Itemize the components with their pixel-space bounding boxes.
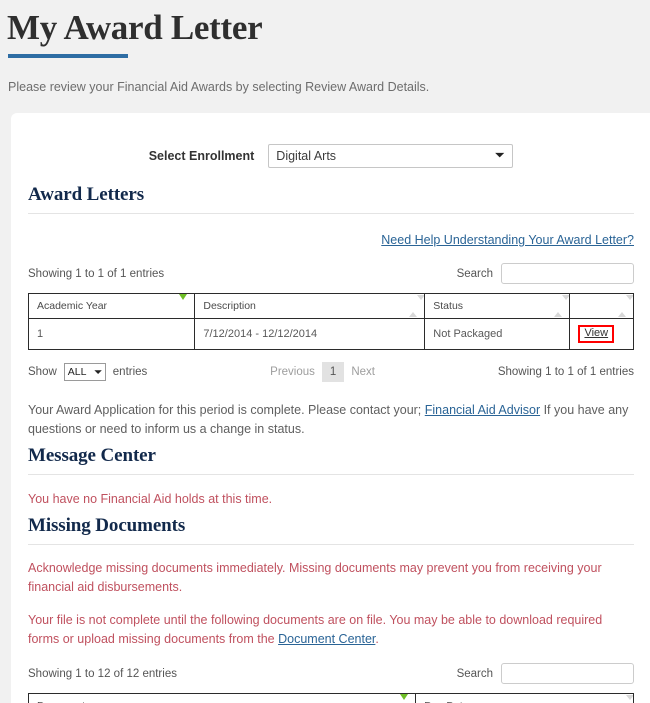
chevron-down-icon: ⏷ [95, 367, 102, 378]
view-award-link[interactable]: View [584, 327, 608, 339]
award-search-label: Search [457, 268, 493, 280]
enrollment-label: Select Enrollment [149, 149, 255, 163]
award-cell-status: Not Packaged [425, 319, 570, 350]
missing-documents-table: Document Due Date [28, 693, 634, 703]
pagination-page-1[interactable]: 1 [322, 362, 344, 382]
documents-col-due-date[interactable]: Due Date [416, 694, 634, 703]
divider [28, 544, 634, 545]
award-note-paragraph: Your Award Application for this period i… [28, 401, 634, 439]
page-header: My Award Letter Please review your Finan… [0, 0, 650, 113]
award-length-control: Show ALL ⏷ entries [28, 363, 147, 381]
award-search-wrap: Search [457, 263, 634, 284]
award-note-text-before: Your Award Application for this period i… [28, 403, 425, 417]
view-highlight-box: View [578, 325, 614, 343]
divider [28, 213, 634, 214]
missing-documents-note: Your file is not complete until the foll… [28, 611, 634, 649]
divider [28, 474, 634, 475]
documents-table-controls-top: Showing 1 to 12 of 12 entries Search [28, 663, 634, 684]
enrollment-select[interactable]: Digital Arts ⏷ [268, 144, 513, 168]
documents-col-document[interactable]: Document [29, 694, 416, 703]
table-row: 1 7/12/2014 - 12/12/2014 Not Packaged Vi… [29, 319, 634, 350]
award-letters-heading: Award Letters [28, 184, 634, 206]
sort-both-icon [409, 300, 418, 312]
missing-documents-heading: Missing Documents [28, 515, 634, 537]
award-col-action[interactable] [570, 294, 634, 319]
sort-both-icon [618, 300, 627, 312]
pagination-next[interactable]: Next [344, 363, 382, 381]
award-table-controls-top: Showing 1 to 1 of 1 entries Search [28, 263, 634, 284]
award-col-status[interactable]: Status [425, 294, 570, 319]
award-length-value: ALL [68, 366, 87, 378]
title-accent-bar [8, 54, 128, 58]
missing-documents-warning: Acknowledge missing documents immediatel… [28, 559, 634, 597]
sort-both-icon [554, 300, 563, 312]
chevron-down-icon: ⏷ [495, 150, 504, 163]
missing-note-text-after: . [375, 632, 378, 646]
content-card: Select Enrollment Digital Arts ⏷ Award L… [11, 113, 650, 703]
sort-descending-icon [179, 300, 188, 312]
page-root: My Award Letter Please review your Finan… [0, 0, 650, 703]
documents-search-label: Search [457, 668, 493, 680]
enrollment-row: Select Enrollment Digital Arts ⏷ [28, 113, 634, 168]
award-cell-action: View [570, 319, 634, 350]
documents-showing-top: Showing 1 to 12 of 12 entries [28, 668, 177, 680]
pagination-previous[interactable]: Previous [263, 363, 322, 381]
enrollment-selected-value: Digital Arts [276, 149, 336, 163]
documents-search-wrap: Search [457, 663, 634, 684]
award-length-label-before: Show [28, 366, 57, 378]
intro-text: Please review your Financial Aid Awards … [8, 79, 650, 95]
award-table-controls-bottom: Show ALL ⏷ entries Previous 1 Next Showi… [28, 362, 634, 382]
document-center-link[interactable]: Document Center [278, 632, 375, 646]
award-table-header-row: Academic Year Description Status [29, 294, 634, 319]
award-showing-top: Showing 1 to 1 of 1 entries [28, 268, 164, 280]
award-length-label-after: entries [113, 366, 148, 378]
award-cell-description: 7/12/2014 - 12/12/2014 [195, 319, 425, 350]
message-center-heading: Message Center [28, 445, 634, 467]
award-search-input[interactable] [501, 263, 634, 284]
award-showing-bottom: Showing 1 to 1 of 1 entries [498, 366, 634, 378]
award-col-description[interactable]: Description [195, 294, 425, 319]
message-center-message: You have no Financial Aid holds at this … [28, 490, 634, 509]
award-letters-table: Academic Year Description Status [28, 293, 634, 350]
financial-aid-advisor-link[interactable]: Financial Aid Advisor [425, 403, 540, 417]
award-letter-help-link[interactable]: Need Help Understanding Your Award Lette… [381, 233, 634, 247]
award-col-academic-year[interactable]: Academic Year [29, 294, 195, 319]
help-link-row: Need Help Understanding Your Award Lette… [28, 231, 634, 249]
award-cell-academic-year: 1 [29, 319, 195, 350]
documents-search-input[interactable] [501, 663, 634, 684]
award-pagination: Previous 1 Next [263, 362, 382, 382]
award-length-select[interactable]: ALL ⏷ [64, 363, 106, 381]
page-title: My Award Letter [7, 8, 650, 48]
documents-table-header-row: Document Due Date [29, 694, 634, 703]
